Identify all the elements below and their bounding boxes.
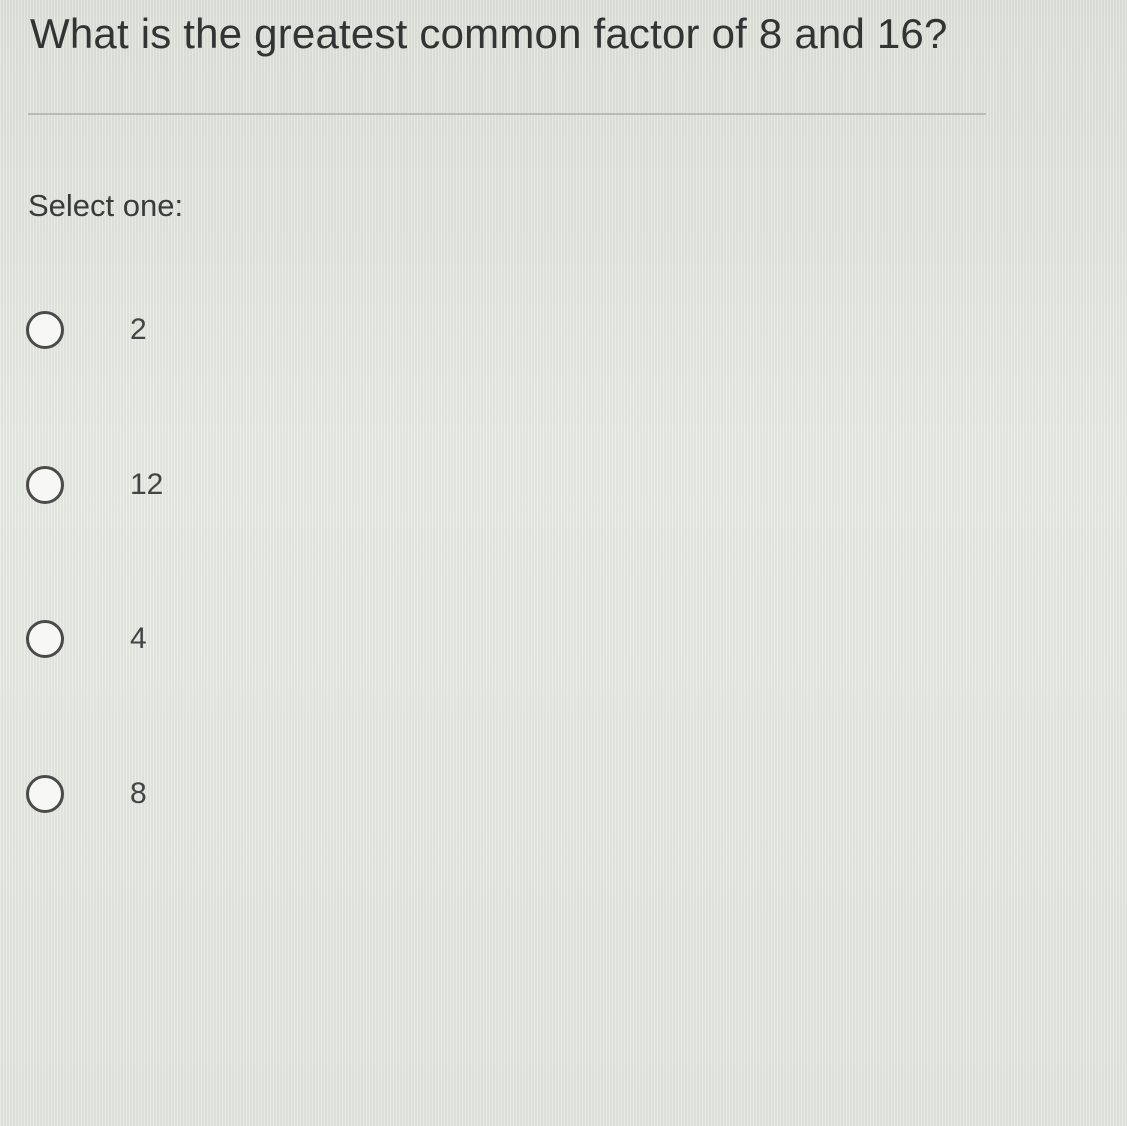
answer-option-label: 12 — [130, 468, 164, 501]
divider — [28, 113, 986, 115]
select-prompt: Select one: — [28, 188, 184, 223]
answer-option-1[interactable]: 2 — [26, 306, 147, 354]
radio-button[interactable] — [26, 620, 64, 658]
radio-button[interactable] — [26, 775, 64, 813]
answer-option-label: 8 — [130, 777, 147, 810]
question-text: What is the greatest common factor of 8 … — [30, 10, 948, 57]
answer-option-label: 4 — [130, 622, 147, 655]
radio-button[interactable] — [26, 311, 64, 349]
radio-button[interactable] — [26, 466, 64, 504]
quiz-question-panel: What is the greatest common factor of 8 … — [0, 0, 1127, 1126]
answer-option-2[interactable]: 12 — [26, 461, 163, 509]
answer-option-label: 2 — [130, 313, 147, 346]
answer-option-4[interactable]: 8 — [26, 770, 147, 818]
answer-option-3[interactable]: 4 — [26, 615, 147, 663]
